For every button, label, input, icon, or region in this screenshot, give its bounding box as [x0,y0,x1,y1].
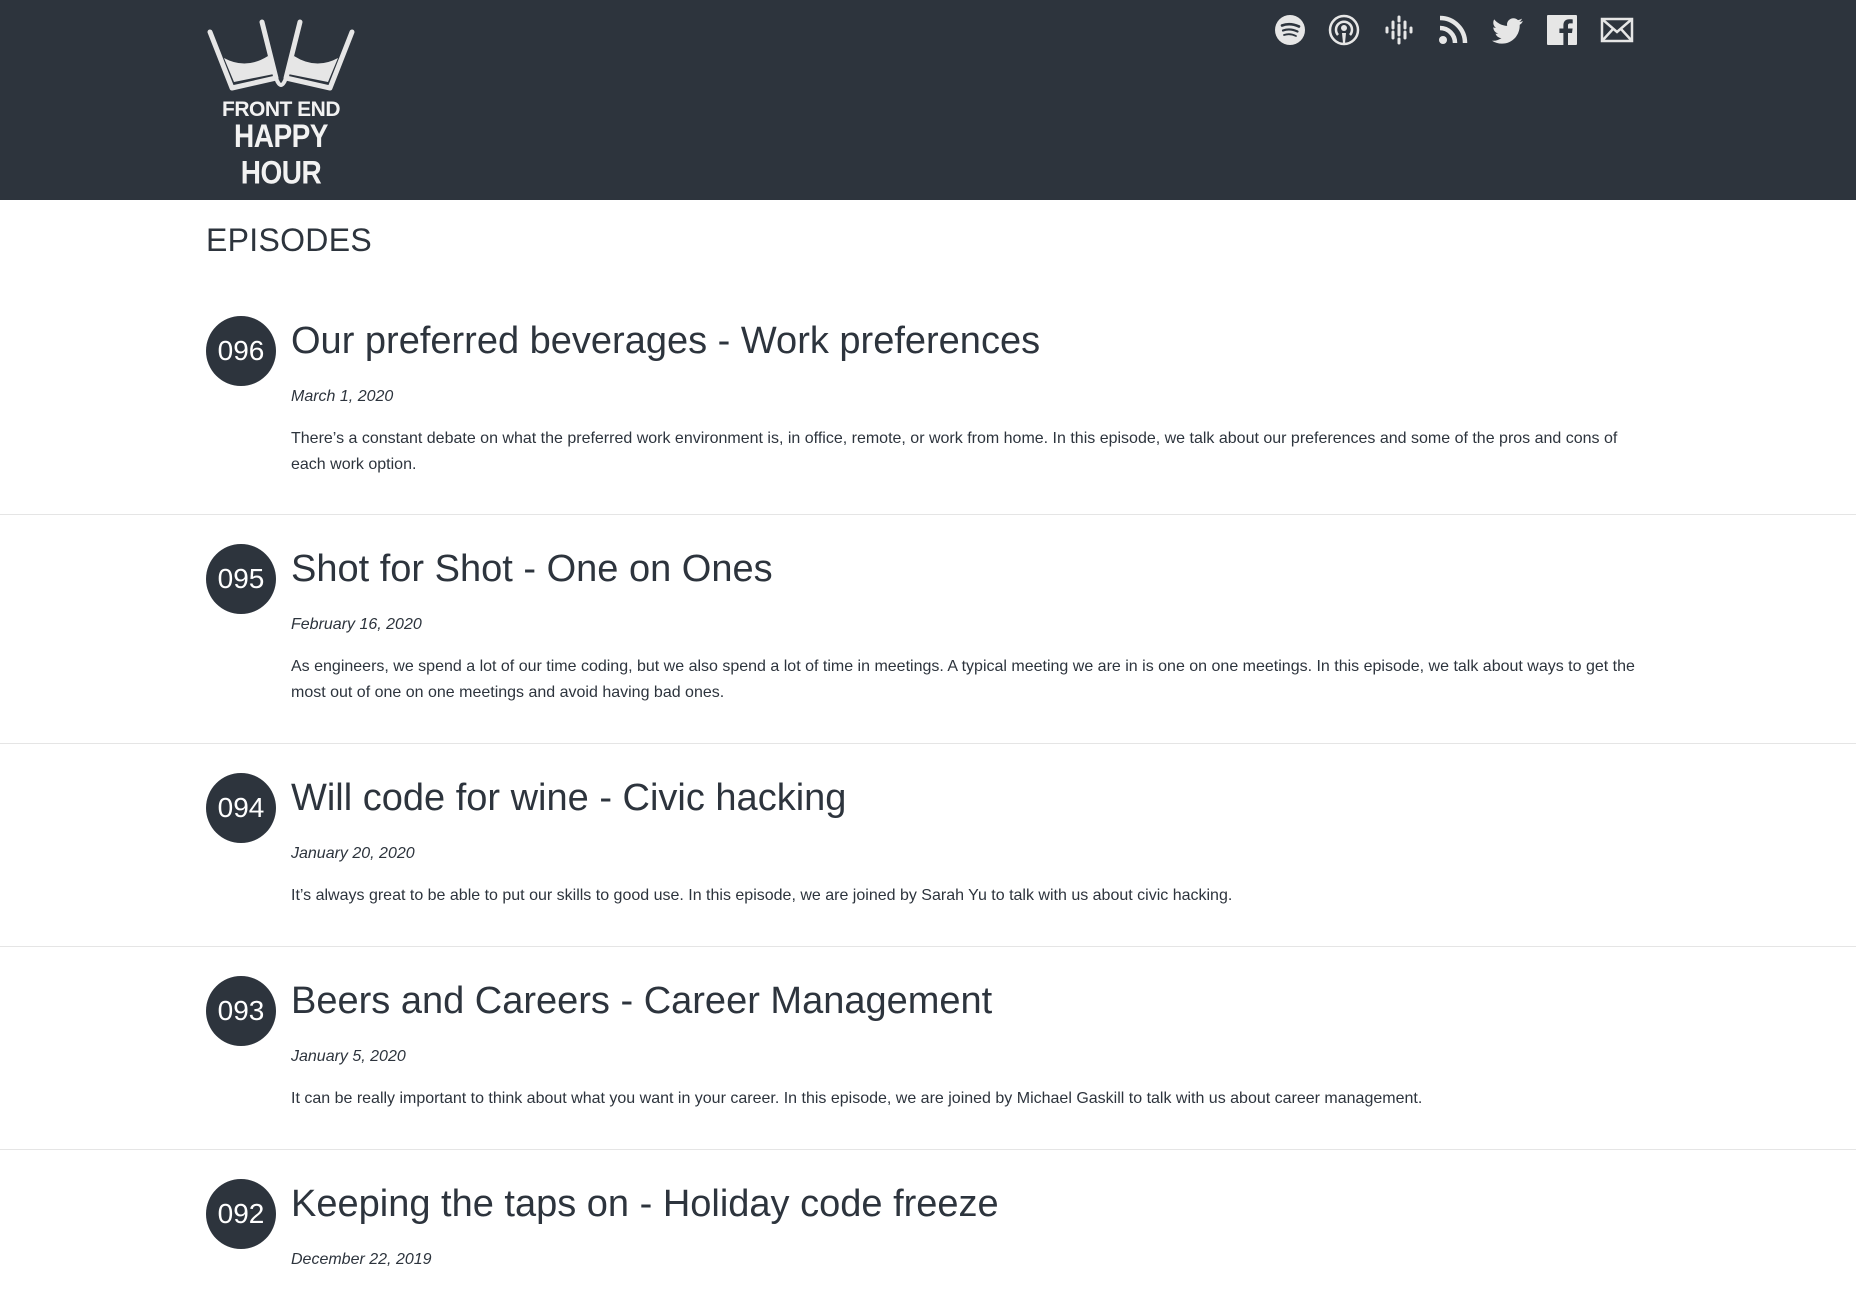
episode-number-badge: 094 [206,773,276,843]
episode-item: 095 Shot for Shot - One on Ones February… [0,515,1856,744]
episode-title-link[interactable]: Our preferred beverages - Work preferenc… [291,320,1040,363]
episode-description: It can be really important to think abou… [291,1090,1423,1107]
episode-date: January 20, 2020 [291,845,415,862]
logo-text-line2: HAPPY HOUR [234,118,328,191]
episode-number-badge: 096 [206,316,276,386]
episode-description: As engineers, we spend a lot of our time… [291,658,1635,701]
episode-description: It’s always great to be able to put our … [291,887,1233,904]
episode-title-link[interactable]: Keeping the taps on - Holiday code freez… [291,1183,999,1226]
social-links [1263,12,1645,48]
episode-item: 092 Keeping the taps on - Holiday code f… [0,1150,1856,1290]
episode-title-link[interactable]: Beers and Careers - Career Management [291,980,992,1023]
email-icon[interactable] [1590,12,1645,48]
episode-date: January 5, 2020 [291,1048,406,1065]
site-header: FRONT END HAPPY HOUR [0,0,1856,200]
facebook-icon[interactable] [1535,12,1590,48]
episode-number-badge: 093 [206,976,276,1046]
episode-list: 096 Our preferred beverages - Work prefe… [0,290,1856,1290]
episode-item: 094 Will code for wine - Civic hacking J… [0,744,1856,947]
google-podcasts-icon[interactable] [1372,12,1427,48]
episode-number-badge: 092 [206,1179,276,1249]
twitter-icon[interactable] [1481,12,1536,48]
episode-title-link[interactable]: Shot for Shot - One on Ones [291,548,773,591]
episode-date: March 1, 2020 [291,388,394,405]
episode-date: December 22, 2019 [291,1251,432,1268]
glasses-logo-icon [207,19,355,91]
episode-description: There’s a constant debate on what the pr… [291,430,1618,473]
episode-title-link[interactable]: Will code for wine - Civic hacking [291,777,846,820]
page-title: EPISODES [206,222,373,258]
apple-podcasts-icon[interactable] [1317,12,1372,48]
rss-icon[interactable] [1426,12,1481,48]
episode-date: February 16, 2020 [291,616,422,633]
spotify-icon[interactable] [1263,12,1318,48]
episode-item: 093 Beers and Careers - Career Managemen… [0,947,1856,1150]
episode-item: 096 Our preferred beverages - Work prefe… [0,290,1856,515]
site-logo[interactable]: FRONT END HAPPY HOUR [206,18,356,190]
episode-number-badge: 095 [206,544,276,614]
